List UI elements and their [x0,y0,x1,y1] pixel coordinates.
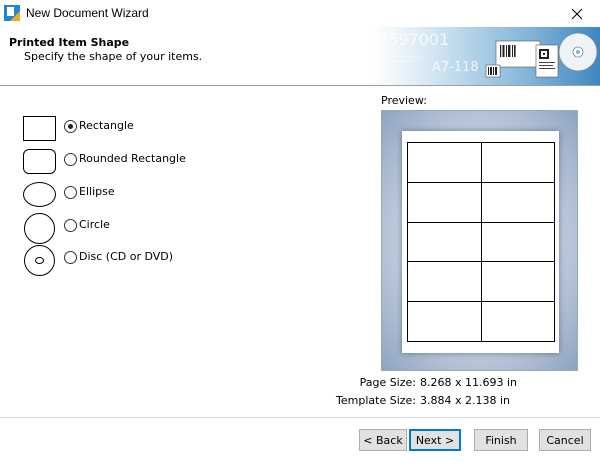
rounded-rectangle-label: Rounded Rectangle [79,152,186,165]
window-title: New Document Wizard [26,6,149,20]
rounded-rectangle-shape-icon [23,149,56,174]
page-size-label: Page Size: [359,376,416,389]
close-button[interactable] [554,0,600,27]
title-bar: New Document Wizard [0,0,600,27]
rounded-rectangle-radio[interactable] [64,153,77,166]
app-icon [4,5,20,21]
ellipse-radio[interactable] [64,186,77,199]
label-cell [408,143,482,183]
template-size-label: Template Size: [336,394,416,407]
step-title: Printed Item Shape [9,36,130,49]
ellipse-label: Ellipse [79,185,115,198]
disc-label: Disc (CD or DVD) [79,250,174,263]
banner-number-1: 3597001 [378,30,449,49]
shape-option-ellipse[interactable]: Ellipse [22,182,352,210]
footer-divider [0,417,600,418]
circle-radio[interactable] [64,219,77,232]
rectangle-label: Rectangle [79,119,134,132]
back-button[interactable]: < Back [359,429,407,451]
cancel-button[interactable]: Cancel [539,429,591,451]
rectangle-radio[interactable] [64,120,77,133]
preview-page [402,131,559,353]
circle-shape-icon [24,213,55,244]
label-cell [481,222,555,263]
label-grid [407,142,555,342]
template-size-value: 3.884 x 2.138 in [420,394,511,407]
next-button[interactable]: Next > [409,429,461,451]
barcode-banner-image: 3597001 A7-118 [372,27,600,85]
ellipse-shape-icon [23,182,56,207]
step-subtitle: Specify the shape of your items. [24,50,203,63]
label-cell [408,182,482,223]
label-cell [481,182,555,223]
shape-option-disc[interactable]: Disc (CD or DVD) [22,245,352,276]
disc-radio[interactable] [64,251,77,264]
page-size-value: 8.268 x 11.693 in [420,376,518,389]
preview-label: Preview: [381,94,427,107]
label-cell [481,262,555,303]
circle-label: Circle [79,218,110,231]
shape-option-rounded-rectangle[interactable]: Rounded Rectangle [22,149,352,177]
shape-options: Rectangle Rounded Rectangle Ellipse Circ… [22,112,352,292]
label-cell [481,143,555,183]
banner-number-2: A7-118 [432,60,479,75]
label-cell [408,262,482,303]
close-icon [571,8,583,19]
rectangle-shape-icon [23,116,56,141]
shape-option-circle[interactable]: Circle [22,213,352,244]
wizard-header: Printed Item Shape Specify the shape of … [0,27,600,86]
disc-shape-icon [24,245,55,276]
label-cell [481,302,555,342]
preview-panel [381,110,578,371]
label-cell [408,222,482,263]
label-cell [408,302,482,342]
shape-option-rectangle[interactable]: Rectangle [22,116,352,144]
finish-button[interactable]: Finish [474,429,528,451]
